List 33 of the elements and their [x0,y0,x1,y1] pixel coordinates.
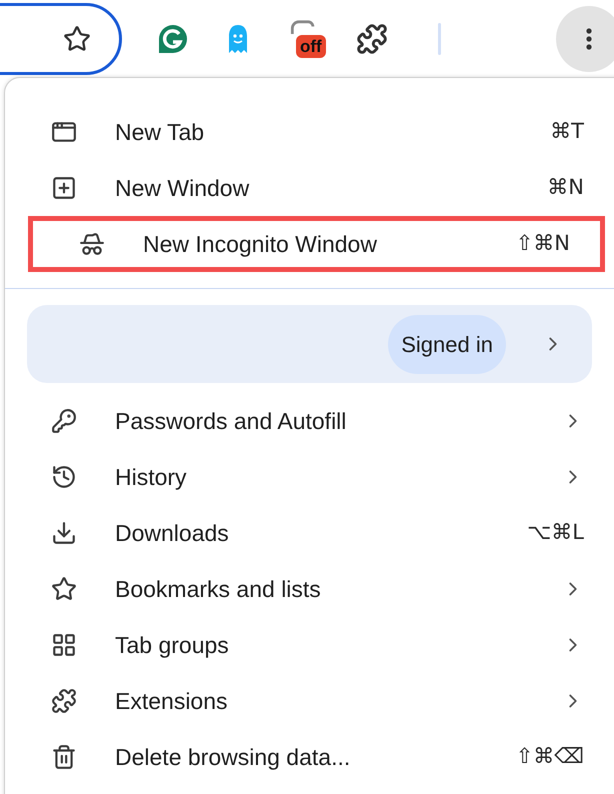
bookmark-star-icon[interactable] [63,25,91,53]
key-icon [51,408,77,434]
shortcut-text: ⌘T [550,118,584,146]
menu-item[interactable]: Extensions [5,673,614,729]
menu-item[interactable]: Delete browsing data... ⇧⌘⌫ [5,729,614,785]
menu-item[interactable]: New Window ⌘N [5,160,614,216]
menu-item[interactable]: Passwords and Autofill [5,393,614,449]
menu-item[interactable]: Tab groups [5,617,614,673]
shortcut-text: ⇧⌘N [516,230,570,258]
grid-icon [51,632,77,658]
signed-in-chip[interactable]: Signed in [388,314,506,374]
menu-item[interactable]: History [5,449,614,505]
window-plus-icon [51,175,77,201]
menu-icon [586,28,592,50]
menu-item[interactable]: New Incognito Window ⇧⌘N [28,216,605,272]
menu-item[interactable]: Bookmarks and lists [5,561,614,617]
address-bar[interactable] [0,3,122,75]
shortcut-text: ⌘N [547,174,584,202]
profile-card[interactable]: Signed in [27,305,592,383]
menu-item[interactable]: Downloads ⌥⌘L [5,505,614,561]
shortcut-text: ⌥⌘L [527,519,584,546]
puzzle-icon [51,688,77,714]
history-icon [51,464,77,490]
incognito-icon [79,231,105,257]
download-icon [51,520,77,546]
g-logo-icon[interactable] [158,24,188,54]
ghost-icon[interactable] [226,24,250,54]
trash-icon [51,744,77,770]
shortcut-text: ⇧⌘⌫ [516,743,584,770]
menu-item[interactable]: New Tab ⌘T [5,104,614,160]
off-badge: off [296,35,326,58]
puzzle-icon[interactable] [356,23,388,55]
star-icon [51,576,77,602]
